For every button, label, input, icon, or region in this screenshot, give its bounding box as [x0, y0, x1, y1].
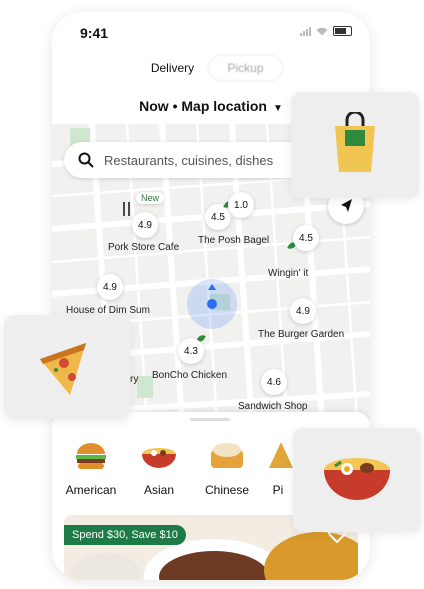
category-label: Chinese	[204, 483, 250, 497]
promo-badge: Spend $30, Save $10	[64, 525, 186, 545]
chevron-down-icon: ▼	[272, 103, 283, 114]
map-pin[interactable]: 4.9	[290, 298, 316, 324]
pin-label: The Posh Bagel	[198, 235, 270, 246]
signal-icon	[300, 26, 311, 36]
battery-icon	[333, 26, 352, 36]
pin-label: Sandwich Shop	[238, 401, 308, 412]
map-pin[interactable]: 4.3	[178, 338, 204, 364]
map-pin[interactable]: 1.0	[228, 192, 254, 218]
ramen-bowl-icon	[324, 458, 390, 500]
new-badge: New	[136, 192, 165, 204]
burger-icon	[76, 443, 106, 469]
pin-label: The Burger Garden	[258, 329, 345, 340]
pin-label: BonCho Chicken	[152, 370, 228, 381]
map-pin[interactable]: 4.6	[261, 369, 287, 395]
search-placeholder: Restaurants, cuisines, dishes	[104, 152, 274, 168]
pin-label: Wingin' it	[268, 268, 309, 279]
category-chinese[interactable]: Chinese	[192, 438, 262, 497]
pizza-slice-icon	[40, 343, 86, 395]
category-asian[interactable]: Asian	[124, 438, 194, 497]
partial-pin-label: ry	[130, 374, 139, 385]
wifi-icon	[316, 27, 328, 35]
status-icons	[300, 26, 352, 36]
map-pin[interactable]: 4.5	[293, 225, 319, 251]
category-label: Asian	[143, 483, 175, 497]
category-pizza[interactable]: Pi	[258, 438, 298, 497]
map-pin[interactable]: 4.9	[97, 274, 123, 300]
pizza-card	[4, 315, 130, 419]
sheet-handle[interactable]	[190, 418, 230, 421]
location-label: Now • Map location	[139, 98, 267, 114]
shopping-bag-icon	[335, 112, 375, 172]
category-label: Pi	[272, 483, 284, 497]
category-label: American	[65, 483, 117, 497]
fork-knife-icon	[123, 202, 130, 216]
mode-toggle[interactable]: Delivery Pickup	[136, 55, 284, 81]
map-pin[interactable]: 4.9	[132, 212, 158, 238]
status-time: 9:41	[80, 25, 109, 41]
ramen-card	[293, 428, 421, 532]
category-american[interactable]: American	[56, 438, 126, 497]
shopping-bag-card	[291, 92, 419, 198]
delivery-tab[interactable]: Delivery	[136, 61, 209, 75]
noodle-bowl-icon	[142, 448, 176, 468]
dumpling-icon	[211, 443, 243, 468]
pin-label: Pork Store Cafe	[108, 242, 180, 253]
pizza-icon	[269, 442, 293, 468]
search-icon	[78, 152, 94, 168]
pickup-tab[interactable]: Pickup	[209, 56, 282, 80]
